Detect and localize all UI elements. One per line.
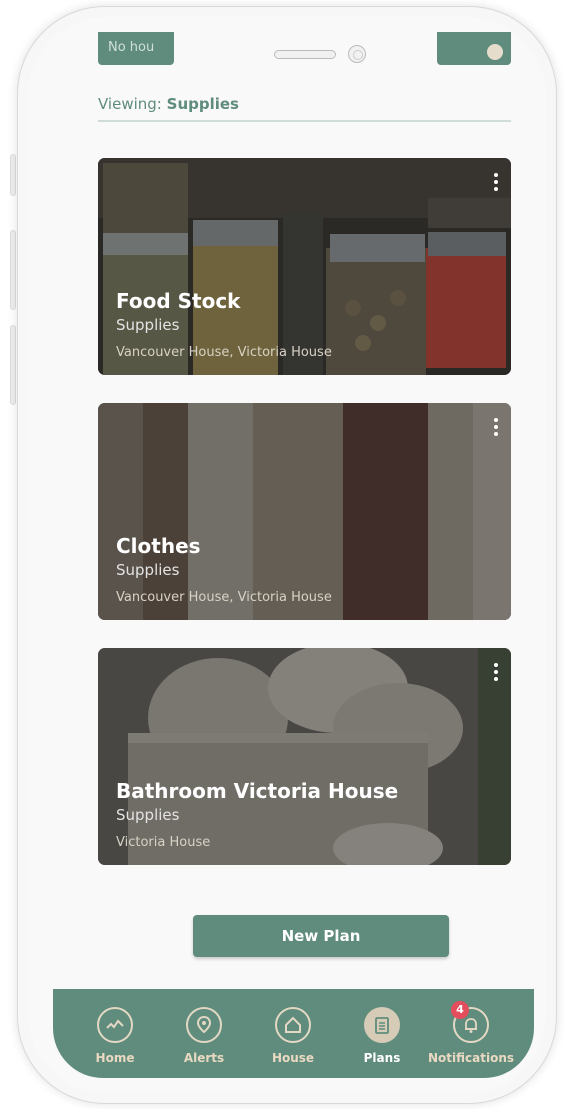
plan-category: Supplies: [116, 561, 180, 579]
card-overlay: [98, 403, 511, 620]
location-pin-icon: [186, 1007, 222, 1043]
nav-plans[interactable]: Plans: [337, 1007, 427, 1065]
volume-up-button: [10, 230, 16, 310]
plan-card-clothes[interactable]: Clothes Supplies Vancouver House, Victor…: [98, 403, 511, 620]
plan-category: Supplies: [116, 316, 180, 334]
camera: [348, 45, 366, 63]
nav-label: Notifications: [427, 1051, 515, 1065]
bottom-nav: Home Alerts House Plans 4 Notifications: [53, 989, 534, 1078]
nav-label: Home: [95, 1051, 135, 1065]
clipboard-icon: [364, 1007, 400, 1043]
nav-home[interactable]: Home: [70, 1007, 160, 1065]
nav-label: House: [271, 1051, 315, 1065]
volume-down-button: [10, 325, 16, 405]
viewing-value: Supplies: [166, 95, 239, 113]
plan-locations: Vancouver House, Victoria House: [116, 590, 332, 605]
app-screen: No hou Viewing: Supplies Food Stock Supp…: [28, 17, 546, 1093]
plan-card-bathroom[interactable]: Bathroom Victoria House Supplies Victori…: [98, 648, 511, 865]
plan-title: Clothes: [116, 534, 201, 558]
more-options-icon[interactable]: [493, 173, 499, 195]
no-house-button[interactable]: No hou: [98, 32, 174, 65]
plan-category: Supplies: [116, 806, 180, 824]
nav-house[interactable]: House: [248, 1007, 338, 1065]
notification-badge: 4: [451, 1001, 469, 1019]
house-icon: [275, 1007, 311, 1043]
side-button: [10, 154, 16, 196]
nav-notifications[interactable]: 4 Notifications: [426, 1001, 516, 1065]
nav-label: Plans: [363, 1051, 401, 1065]
nav-alerts[interactable]: Alerts: [159, 1007, 249, 1065]
plan-locations: Vancouver House, Victoria House: [116, 345, 332, 360]
activity-icon: [97, 1007, 133, 1043]
phone-frame: No hou Viewing: Supplies Food Stock Supp…: [17, 6, 557, 1104]
bell-icon: 4: [451, 1001, 489, 1043]
new-plan-button[interactable]: New Plan: [193, 915, 449, 957]
plan-title: Food Stock: [116, 289, 241, 313]
card-overlay: [98, 648, 511, 865]
more-options-icon[interactable]: [493, 663, 499, 685]
speaker: [274, 50, 336, 59]
viewing-prefix: Viewing:: [98, 95, 162, 113]
plan-card-food-stock[interactable]: Food Stock Supplies Vancouver House, Vic…: [98, 158, 511, 375]
more-options-icon[interactable]: [493, 418, 499, 440]
avatar: [487, 44, 503, 60]
divider: [98, 120, 511, 122]
nav-label: Alerts: [183, 1051, 225, 1065]
viewing-filter[interactable]: Viewing: Supplies: [98, 95, 239, 113]
plan-locations: Victoria House: [116, 835, 211, 850]
top-right-button[interactable]: [437, 32, 511, 65]
plan-title: Bathroom Victoria House: [116, 779, 399, 803]
card-overlay: [98, 158, 511, 375]
